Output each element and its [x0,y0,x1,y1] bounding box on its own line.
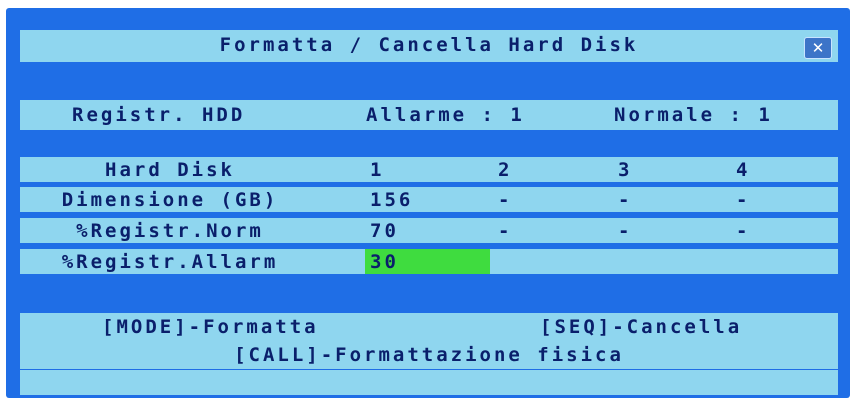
call-physical-format-action[interactable]: [CALL]-Formattazione fisica [20,344,838,366]
row-label-size: Dimensione (GB) [61,189,279,211]
hdd-recording-row: Registr. HDD Allarme : 1 Normale : 1 [20,100,838,130]
page-title: Formatta / Cancella Hard Disk [219,34,639,56]
size-disk-1: 156 [370,189,414,211]
header-disk-2: 2 [498,159,513,181]
alarm-count[interactable]: Allarme : 1 [366,104,525,126]
normal-percent-disk-3: - [618,220,633,242]
row-label-alarm-percent: %Registr.Allarm [61,251,279,273]
size-disk-4: - [736,189,751,211]
title-bar: Formatta / Cancella Hard Disk ✕ [20,30,838,62]
close-icon[interactable]: ✕ [804,37,832,59]
seq-delete-action[interactable]: [SEQ]-Cancella [540,316,742,338]
size-disk-3: - [618,189,633,211]
status-bar [20,370,838,395]
header-disk-4: 4 [736,159,751,181]
normal-percent-disk-4: - [736,220,751,242]
mode-format-action[interactable]: [MODE]-Formatta [102,316,319,338]
action-row-physical-format: [CALL]-Formattazione fisica [20,341,838,369]
size-disk-2: - [498,189,513,211]
table-row-size: Dimensione (GB) 156 - - - [20,187,838,212]
header-disk-1: 1 [370,159,385,181]
table-row-normal-percent: %Registr.Norm 70 - - - [20,218,838,243]
table-row-alarm-percent: %Registr.Allarm 30 [20,249,838,274]
normal-count[interactable]: Normale : 1 [614,104,773,126]
row-label-normal-percent: %Registr.Norm [76,220,264,242]
header-hard-disk: Hard Disk [105,159,235,181]
table-header-row: Hard Disk 1 2 3 4 [20,157,838,182]
normal-percent-disk-1[interactable]: 70 [370,220,399,242]
hdd-rec-label: Registr. HDD [72,104,246,126]
dvr-osd-screen: Formatta / Cancella Hard Disk ✕ Registr.… [6,8,850,398]
normal-percent-disk-2: - [498,220,513,242]
alarm-percent-field[interactable]: 30 [370,251,399,273]
header-disk-3: 3 [618,159,633,181]
action-row-format-delete: [MODE]-Formatta [SEQ]-Cancella [20,313,838,341]
